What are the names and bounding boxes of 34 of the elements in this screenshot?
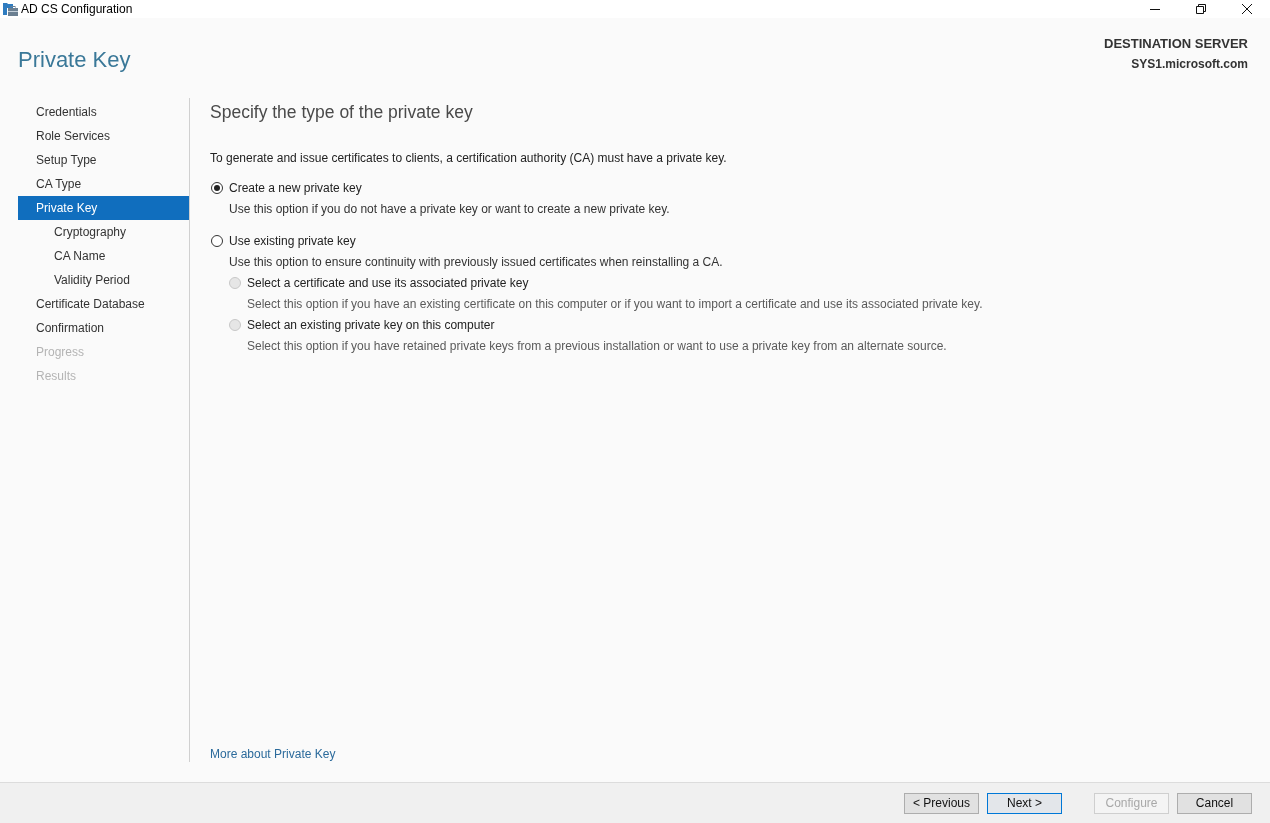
footer-button[interactable]: < Previous — [904, 792, 979, 814]
sidebar-item[interactable]: Cryptography — [18, 220, 189, 244]
option-description: Select this option if you have an existing certificate on this computer or if you want to import a certificate and use its associated private key. — [247, 296, 983, 312]
option-description: Select this option if you have retained private keys from a previous installation or want to use a private key from an alternate source. — [247, 338, 947, 354]
sidebar-item[interactable]: Role Services — [18, 124, 189, 148]
option-description: Use this option to ensure continuity with previously issued certificates when reinstalling a CA. — [229, 254, 723, 270]
sidebar-item[interactable]: Credentials — [18, 100, 189, 124]
section-heading: Specify the type of the private key — [210, 101, 473, 124]
option-label: Select an existing private key on this computer — [247, 317, 495, 333]
window-title: AD CS Configuration — [21, 2, 134, 16]
option-label: Use existing private key — [229, 233, 356, 249]
sidebar-item[interactable]: CA Name — [18, 244, 189, 268]
footer-button[interactable]: Cancel — [1177, 792, 1252, 814]
radio-button[interactable] — [211, 182, 223, 194]
folder-briefcase-icon — [3, 2, 18, 16]
sidebar-item[interactable]: Validity Period — [18, 268, 189, 292]
sidebar-item[interactable]: CA Type — [18, 172, 189, 196]
option-label: Create a new private key — [229, 180, 362, 196]
intro-text: To generate and issue certificates to clients, a certification authority (CA) must have a private key. — [210, 150, 727, 166]
option-label: Select a certificate and use its associated private key — [247, 275, 529, 291]
minimize-icon — [1150, 8, 1160, 10]
restore-icon — [1196, 4, 1206, 14]
close-icon — [1242, 4, 1252, 14]
page-title: Private Key — [18, 46, 131, 74]
sidebar-item[interactable]: Setup Type — [18, 148, 189, 172]
sidebar-item[interactable]: Private Key — [18, 196, 189, 220]
help-link[interactable]: More about Private Key — [210, 746, 336, 762]
footer-button[interactable]: Next > — [987, 792, 1062, 814]
sidebar-item[interactable]: Confirmation — [18, 316, 189, 340]
sidebar-item[interactable]: Certificate Database — [18, 292, 189, 316]
radio-button[interactable] — [211, 235, 223, 247]
option-description: Use this option if you do not have a private key or want to create a new private key. — [229, 201, 670, 217]
destination-server-label: DESTINATION SERVER — [1104, 35, 1248, 53]
destination-server-name: SYS1.microsoft.com — [1131, 56, 1248, 73]
